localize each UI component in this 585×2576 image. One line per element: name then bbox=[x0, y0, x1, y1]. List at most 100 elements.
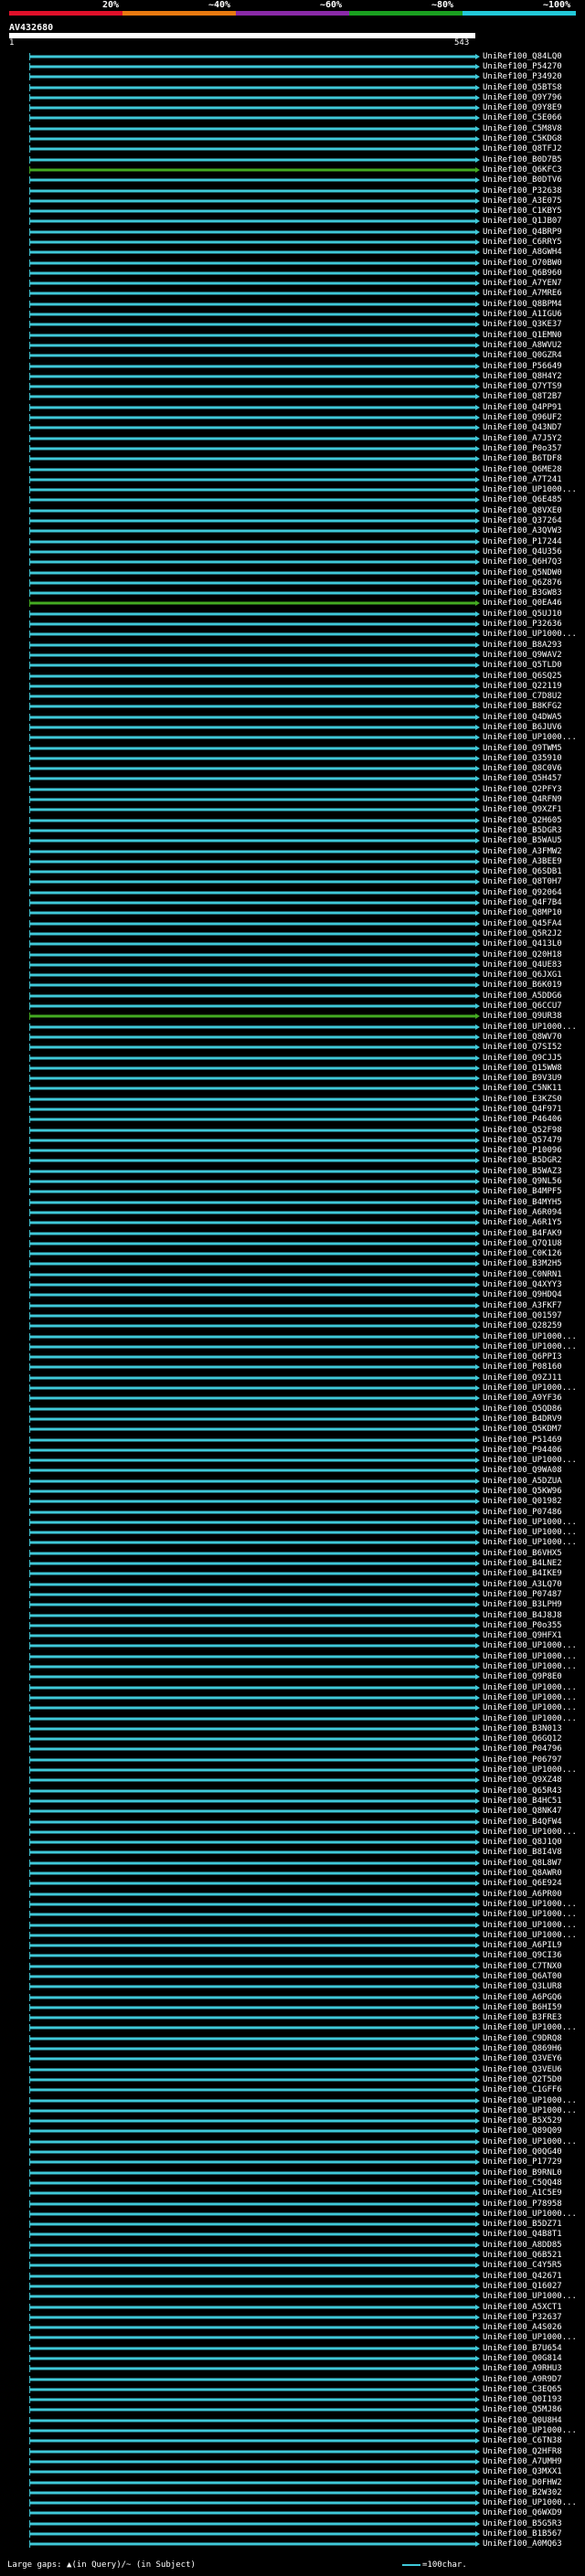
hit-id-label[interactable]: UniRef100_P17729 bbox=[483, 2157, 562, 2167]
hit-id-label[interactable]: UniRef100_UP1000... bbox=[483, 1910, 577, 1919]
hit-id-label[interactable]: UniRef100_Q413L0 bbox=[483, 939, 562, 949]
hit-id-label[interactable]: UniRef100_Q6Z876 bbox=[483, 578, 562, 588]
hit-id-label[interactable]: UniRef100_A6PR00 bbox=[483, 1890, 562, 1899]
hit-id-label[interactable]: UniRef100_B3LPH9 bbox=[483, 1600, 562, 1609]
hit-id-label[interactable]: UniRef100_A3FMW2 bbox=[483, 847, 562, 856]
hit-id-label[interactable]: UniRef100_C6TN38 bbox=[483, 2436, 562, 2445]
hit-id-label[interactable]: UniRef100_Q6B960 bbox=[483, 269, 562, 278]
hit-id-label[interactable]: UniRef100_P06797 bbox=[483, 1755, 562, 1765]
hit-id-label[interactable]: UniRef100_C4Y5R5 bbox=[483, 2261, 562, 2270]
hit-id-label[interactable]: UniRef100_Q96UF2 bbox=[483, 413, 562, 422]
hit-id-label[interactable]: UniRef100_Q8T0H7 bbox=[483, 877, 562, 886]
hit-id-label[interactable]: UniRef100_Q4BRP9 bbox=[483, 228, 562, 237]
hit-id-label[interactable]: UniRef100_UP1000... bbox=[483, 1342, 577, 1352]
hit-id-label[interactable]: UniRef100_P51469 bbox=[483, 1436, 562, 1445]
hit-id-label[interactable]: UniRef100_Q9XZ48 bbox=[483, 1776, 562, 1785]
hit-id-label[interactable]: UniRef100_P08160 bbox=[483, 1362, 562, 1372]
hit-id-label[interactable]: UniRef100_Q8VXE0 bbox=[483, 506, 562, 515]
hit-id-label[interactable]: UniRef100_Q9CJJ5 bbox=[483, 1054, 562, 1063]
hit-id-label[interactable]: UniRef100_D0FHW2 bbox=[483, 2478, 562, 2487]
hit-id-label[interactable]: UniRef100_Q5R2J2 bbox=[483, 929, 562, 938]
hit-id-label[interactable]: UniRef100_Q5NDW0 bbox=[483, 568, 562, 578]
hit-id-label[interactable]: UniRef100_Q8NK47 bbox=[483, 1807, 562, 1816]
hit-id-label[interactable]: UniRef100_Q4DWA5 bbox=[483, 713, 562, 722]
hit-id-label[interactable]: UniRef100_P07487 bbox=[483, 1590, 562, 1599]
hit-id-label[interactable]: UniRef100_A9RHU3 bbox=[483, 2364, 562, 2373]
hit-id-label[interactable]: UniRef100_A1C5E9 bbox=[483, 2189, 562, 2198]
hit-id-label[interactable]: UniRef100_B6JUV6 bbox=[483, 723, 562, 732]
hit-id-label[interactable]: UniRef100_Q5BTS8 bbox=[483, 83, 562, 92]
hit-id-label[interactable]: UniRef100_Q01597 bbox=[483, 1311, 562, 1320]
hit-id-label[interactable]: UniRef100_A7MRE6 bbox=[483, 289, 562, 298]
hit-id-label[interactable]: UniRef100_A7UMH9 bbox=[483, 2457, 562, 2466]
hit-id-label[interactable]: UniRef100_Q9Y8E9 bbox=[483, 103, 562, 112]
hit-id-label[interactable]: UniRef100_Q4U356 bbox=[483, 547, 562, 557]
hit-id-label[interactable]: UniRef100_Q9HFX1 bbox=[483, 1631, 562, 1640]
hit-id-label[interactable]: UniRef100_A7T241 bbox=[483, 475, 562, 484]
hit-id-label[interactable]: UniRef100_UP1000... bbox=[483, 1828, 577, 1837]
hit-id-label[interactable]: UniRef100_Q5KDM7 bbox=[483, 1425, 562, 1434]
hit-id-label[interactable]: UniRef100_P32637 bbox=[483, 2313, 562, 2322]
hit-id-label[interactable]: UniRef100_A7J5Y2 bbox=[483, 434, 562, 443]
hit-id-label[interactable]: UniRef100_Q9Y796 bbox=[483, 93, 562, 102]
hit-id-label[interactable]: UniRef100_B5DGR3 bbox=[483, 826, 562, 835]
hit-id-label[interactable]: UniRef100_P0o355 bbox=[483, 1621, 562, 1630]
hit-id-label[interactable]: UniRef100_P0o357 bbox=[483, 444, 562, 453]
hit-id-label[interactable]: UniRef100_B4MPF5 bbox=[483, 1187, 562, 1196]
hit-id-label[interactable]: UniRef100_Q3KE37 bbox=[483, 320, 562, 329]
hit-id-label[interactable]: UniRef100_Q8H4Y2 bbox=[483, 372, 562, 381]
hit-id-label[interactable]: UniRef100_P46406 bbox=[483, 1115, 562, 1124]
hit-id-label[interactable]: UniRef100_Q4F7B4 bbox=[483, 898, 562, 907]
hit-id-label[interactable]: UniRef100_Q20H18 bbox=[483, 950, 562, 959]
hit-id-label[interactable]: UniRef100_Q35910 bbox=[483, 754, 562, 763]
hit-id-label[interactable]: UniRef100_A5DZUA bbox=[483, 1477, 562, 1486]
hit-id-label[interactable]: UniRef100_UP1000... bbox=[483, 1518, 577, 1527]
hit-id-label[interactable]: UniRef100_Q22119 bbox=[483, 682, 562, 691]
hit-id-label[interactable]: UniRef100_B4FAK9 bbox=[483, 1229, 562, 1238]
hit-id-label[interactable]: UniRef100_B5G5R3 bbox=[483, 2519, 562, 2528]
hit-id-label[interactable]: UniRef100_C0K126 bbox=[483, 1249, 562, 1258]
hit-id-label[interactable]: UniRef100_UP1000... bbox=[483, 1683, 577, 1692]
hit-id-label[interactable]: UniRef100_Q52F98 bbox=[483, 1126, 562, 1135]
hit-id-label[interactable]: UniRef100_B4MYH5 bbox=[483, 1198, 562, 1207]
hit-id-label[interactable]: UniRef100_B5X529 bbox=[483, 2116, 562, 2125]
hit-id-label[interactable]: UniRef100_C5M8V8 bbox=[483, 124, 562, 133]
hit-id-label[interactable]: UniRef100_Q8TFJ2 bbox=[483, 144, 562, 154]
hit-id-label[interactable]: UniRef100_Q2HFR8 bbox=[483, 2447, 562, 2456]
hit-id-label[interactable]: UniRef100_UP1000... bbox=[483, 1900, 577, 1909]
hit-id-label[interactable]: UniRef100_A3BEE9 bbox=[483, 857, 562, 866]
hit-id-label[interactable]: UniRef100_Q7Q1U8 bbox=[483, 1239, 562, 1248]
hit-id-label[interactable]: UniRef100_Q3MXX1 bbox=[483, 2467, 562, 2476]
hit-id-label[interactable]: UniRef100_Q4F971 bbox=[483, 1105, 562, 1114]
hit-id-label[interactable]: UniRef100_P94406 bbox=[483, 1446, 562, 1455]
hit-id-label[interactable]: UniRef100_Q6CCU7 bbox=[483, 1002, 562, 1011]
hit-id-label[interactable]: UniRef100_Q43ND7 bbox=[483, 423, 562, 432]
hit-id-label[interactable]: UniRef100_Q4RFN9 bbox=[483, 795, 562, 804]
hit-id-label[interactable]: UniRef100_Q6JXG1 bbox=[483, 970, 562, 980]
hit-id-label[interactable]: UniRef100_Q8MP10 bbox=[483, 908, 562, 917]
hit-id-label[interactable]: UniRef100_B6TDF8 bbox=[483, 454, 562, 463]
hit-id-label[interactable]: UniRef100_A5XCT1 bbox=[483, 2303, 562, 2312]
hit-id-label[interactable]: UniRef100_O70BW0 bbox=[483, 259, 562, 268]
hit-id-label[interactable]: UniRef100_Q42671 bbox=[483, 2272, 562, 2281]
hit-id-label[interactable]: UniRef100_UP1000... bbox=[483, 2292, 577, 2301]
hit-id-label[interactable]: UniRef100_UP1000... bbox=[483, 2498, 577, 2507]
hit-id-label[interactable]: UniRef100_UP1000... bbox=[483, 1652, 577, 1661]
hit-id-label[interactable]: UniRef100_Q6AT00 bbox=[483, 1972, 562, 1981]
hit-id-label[interactable]: UniRef100_C1GFF6 bbox=[483, 2085, 562, 2094]
hit-id-label[interactable]: UniRef100_B5DZ71 bbox=[483, 2220, 562, 2229]
hit-id-label[interactable]: UniRef100_Q9P8E0 bbox=[483, 1672, 562, 1681]
hit-id-label[interactable]: UniRef100_A8WVU2 bbox=[483, 341, 562, 350]
hit-id-label[interactable]: UniRef100_Q6PPI3 bbox=[483, 1352, 562, 1362]
hit-id-label[interactable]: UniRef100_Q92064 bbox=[483, 888, 562, 897]
hit-id-label[interactable]: UniRef100_B9RNL0 bbox=[483, 2168, 562, 2178]
hit-id-label[interactable]: UniRef100_Q28259 bbox=[483, 1321, 562, 1330]
hit-id-label[interactable]: UniRef100_UP1000... bbox=[483, 2137, 577, 2147]
hit-id-label[interactable]: UniRef100_B4IKE9 bbox=[483, 1569, 562, 1578]
hit-id-label[interactable]: UniRef100_Q45FA4 bbox=[483, 919, 562, 928]
hit-id-label[interactable]: UniRef100_Q2PFY3 bbox=[483, 785, 562, 794]
hit-id-label[interactable]: UniRef100_Q4XYY3 bbox=[483, 1280, 562, 1289]
hit-id-label[interactable]: UniRef100_B6HI59 bbox=[483, 2003, 562, 2012]
hit-id-label[interactable]: UniRef100_UP1000... bbox=[483, 1641, 577, 1650]
hit-id-label[interactable]: UniRef100_P78958 bbox=[483, 2200, 562, 2209]
